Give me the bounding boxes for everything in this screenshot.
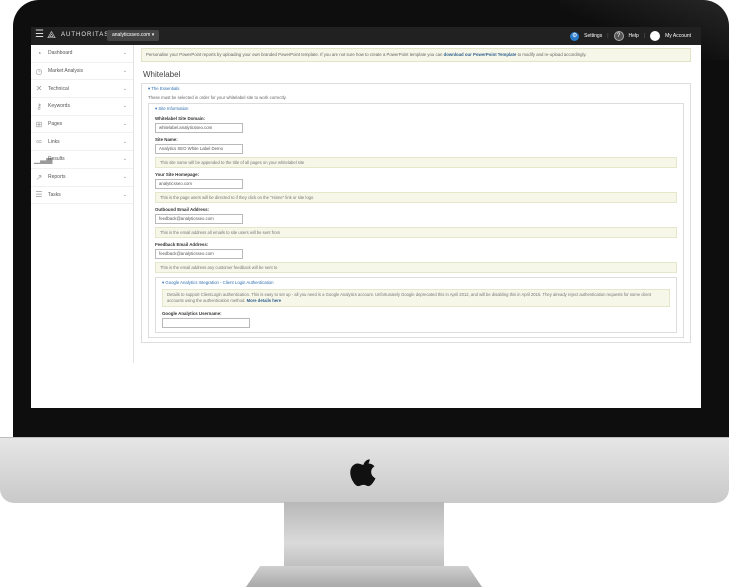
dashboard-icon: ◔ bbox=[36, 48, 42, 58]
chevron-down-icon: ⌄ bbox=[122, 50, 127, 57]
chevron-down-icon: ⌄ bbox=[122, 103, 127, 110]
results-icon: ▁▃▅ bbox=[34, 154, 53, 164]
site-information-legend[interactable]: ▾ Site Information bbox=[155, 106, 677, 112]
domain-selector[interactable]: analyticsseo.com ▾ bbox=[107, 30, 160, 41]
site-information-fieldset: ▾ Site Information Whitelabel Site Domai… bbox=[148, 103, 684, 338]
market-analysis-icon: ◷ bbox=[35, 66, 43, 76]
sidebar-item-links[interactable]: ∞ Links ⌄ bbox=[31, 133, 133, 152]
divider: | bbox=[607, 33, 609, 39]
links-icon: ∞ bbox=[36, 137, 42, 147]
top-right-controls: ⚙ Settings | ? Help | My Account bbox=[570, 30, 691, 42]
feedback-email-label: Feedback Email Address: bbox=[155, 242, 209, 247]
page-title: Whitelabel bbox=[143, 70, 181, 79]
chevron-down-icon: ⌄ bbox=[122, 138, 127, 145]
sidebar-item-label: Links bbox=[48, 138, 60, 145]
google-analytics-fieldset: ▾ Google Analytics Integration - Client … bbox=[155, 277, 677, 333]
essentials-description: These must be selected in order for your… bbox=[148, 95, 287, 100]
pages-icon: ⊞ bbox=[35, 119, 43, 129]
monitor-stand-base bbox=[246, 566, 482, 587]
ga-username-label: Google Analytics Username: bbox=[162, 311, 222, 316]
homepage-hint: This is the page users will be directed … bbox=[155, 192, 677, 203]
outbound-email-hint: This is the email address all emails to … bbox=[155, 227, 677, 238]
whitelabel-domain-field[interactable] bbox=[155, 123, 243, 133]
site-name-hint: This site name will be appended to the t… bbox=[155, 157, 677, 168]
sidebar-item-label: Technical bbox=[48, 85, 69, 92]
details-text: Details to support ClientLogin authentic… bbox=[167, 292, 652, 303]
my-account-link[interactable]: My Account bbox=[665, 33, 691, 39]
site-name-label: Site Name: bbox=[155, 137, 178, 142]
sidebar-item-label: Dashboard bbox=[48, 50, 73, 57]
sidebar-item-results[interactable]: ▁▃▅ Results ⌄ bbox=[31, 151, 133, 169]
sidebar-item-label: Tasks bbox=[48, 191, 61, 198]
top-navigation-bar: ☰ ⟁ AUTHORITAS analyticsseo.com ▾ ⚙ Sett… bbox=[31, 27, 701, 45]
sidebar-item-pages[interactable]: ⊞ Pages ⌄ bbox=[31, 116, 133, 134]
sidebar-item-reports[interactable]: ↗ Reports ⌄ bbox=[31, 169, 133, 187]
hamburger-menu-icon[interactable]: ☰ bbox=[35, 30, 44, 40]
feedback-email-hint: This is the email address any customer f… bbox=[155, 262, 677, 273]
notice-text: Personalise your PowerPoint reports by u… bbox=[146, 52, 443, 57]
homepage-label: Your Site Homepage: bbox=[155, 172, 200, 177]
help-icon[interactable]: ? bbox=[613, 31, 624, 41]
sidebar-item-keywords[interactable]: ⚷ Keywords ⌄ bbox=[31, 98, 133, 116]
sidebar-item-label: Keywords bbox=[48, 103, 70, 110]
sidebar-item-label: Market Analysis bbox=[48, 68, 84, 75]
chevron-down-icon: ⌄ bbox=[122, 156, 127, 163]
essentials-fieldset: ▾ The Essentials These must be selected … bbox=[141, 83, 691, 343]
google-analytics-details: Details to support ClientLogin authentic… bbox=[162, 289, 670, 307]
sidebar-item-label: Pages bbox=[48, 121, 63, 128]
settings-gear-icon[interactable]: ⚙ bbox=[570, 31, 580, 41]
monitor-stand-neck bbox=[284, 502, 444, 570]
site-name-field[interactable] bbox=[155, 144, 243, 154]
ga-username-field[interactable] bbox=[162, 318, 250, 328]
settings-link[interactable]: Settings bbox=[584, 33, 602, 39]
sidebar-item-dashboard[interactable]: ◔ Dashboard ⌄ bbox=[31, 45, 133, 63]
chevron-down-icon: ⌄ bbox=[122, 85, 127, 92]
chevron-down-icon: ⌄ bbox=[122, 191, 127, 198]
google-analytics-legend[interactable]: ▾ Google Analytics Integration - Client … bbox=[162, 280, 670, 286]
brand-name: AUTHORITAS bbox=[61, 32, 110, 38]
sidebar-item-market-analysis[interactable]: ◷ Market Analysis ⌄ bbox=[31, 63, 133, 81]
divider: | bbox=[643, 33, 646, 39]
powerpoint-notice: Personalise your PowerPoint reports by u… bbox=[141, 48, 691, 62]
site-homepage-field[interactable] bbox=[155, 179, 243, 189]
essentials-legend[interactable]: ▾ The Essentials bbox=[148, 86, 684, 92]
sidebar-item-technical[interactable]: ✕ Technical ⌄ bbox=[31, 80, 133, 99]
tasks-icon: ☰ bbox=[35, 190, 43, 200]
more-details-link[interactable]: More details here bbox=[247, 298, 281, 303]
chevron-down-icon: ⌄ bbox=[122, 121, 127, 128]
reports-icon: ↗ bbox=[35, 172, 43, 182]
domain-label: Whitelabel Site Domain: bbox=[155, 116, 206, 121]
technical-icon: ✕ bbox=[35, 84, 43, 94]
apple-logo-icon bbox=[350, 459, 376, 487]
feedback-email-field[interactable] bbox=[155, 249, 243, 259]
keywords-icon: ⚷ bbox=[36, 101, 42, 111]
sidebar-item-label: Reports bbox=[48, 174, 66, 181]
chevron-down-icon: ⌄ bbox=[122, 68, 127, 75]
screen: ☰ ⟁ AUTHORITAS analyticsseo.com ▾ ⚙ Sett… bbox=[31, 27, 701, 408]
outbound-email-field[interactable] bbox=[155, 214, 243, 224]
authoritas-logo-icon: ⟁ bbox=[47, 30, 56, 41]
main-content: Personalise your PowerPoint reports by u… bbox=[141, 48, 691, 368]
help-link[interactable]: Help bbox=[629, 33, 639, 39]
download-template-link[interactable]: download our PowerPoint Template bbox=[444, 52, 517, 57]
outbound-email-label: Outbound Email Address: bbox=[155, 207, 209, 212]
sidebar-item-label: Results bbox=[48, 156, 65, 163]
account-avatar-icon[interactable] bbox=[650, 31, 661, 41]
chevron-down-icon: ⌄ bbox=[122, 174, 127, 181]
sidebar: ◔ Dashboard ⌄ ◷ Market Analysis ⌄ ✕ Tech… bbox=[31, 45, 134, 363]
sidebar-item-tasks[interactable]: ☰ Tasks ⌄ bbox=[31, 187, 133, 205]
notice-tail: to modify and re-upload accordingly. bbox=[517, 52, 587, 57]
